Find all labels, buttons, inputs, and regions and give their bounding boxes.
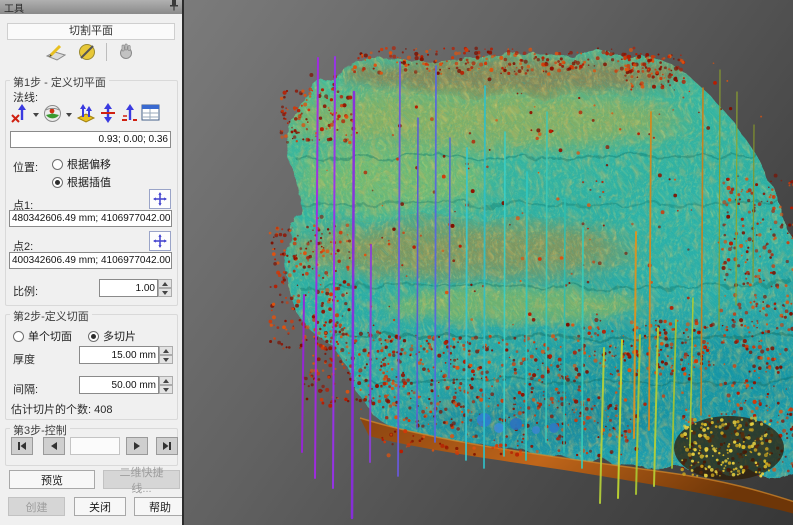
radio-by-interpolation-label: 根据插值	[67, 174, 111, 190]
panel-toolbar	[0, 40, 182, 64]
scale-value: 1.00	[136, 283, 155, 294]
scale-spinner[interactable]	[158, 279, 172, 297]
dialog-header: 切割平面	[7, 23, 175, 40]
point2-field[interactable]: 400342606.49 mm; 4106977042.00 mm	[9, 252, 172, 269]
close-button[interactable]: 关闭	[74, 497, 126, 516]
scale-spin-up-icon[interactable]	[158, 279, 172, 288]
plane-normal-icon[interactable]	[76, 103, 96, 126]
point1-pick-button[interactable]	[149, 189, 171, 209]
slice-index-field[interactable]	[70, 437, 120, 455]
thickness-spinner[interactable]	[159, 346, 173, 364]
3d-viewport[interactable]	[182, 0, 793, 525]
scale-spin-down-icon[interactable]	[158, 288, 172, 297]
radio-multi-slice-label: 多切片	[103, 328, 136, 344]
last-slice-button[interactable]	[156, 437, 178, 455]
spacing-label: 间隔:	[13, 381, 38, 397]
step2-group-label: 第2步-定义切面	[10, 308, 92, 324]
preview-button[interactable]: 预览	[9, 470, 95, 489]
shortcut-2d-button: 二维快捷线...	[103, 470, 180, 489]
radio-by-interpolation[interactable]: 根据插值	[52, 174, 111, 190]
step3-group-label: 第3步-控制	[10, 422, 70, 438]
panel-titlebar[interactable]: 工具	[0, 0, 182, 14]
align-normal-icon[interactable]	[120, 103, 138, 126]
thickness-spin-up-icon[interactable]	[159, 346, 173, 355]
radio-single-section[interactable]: 单个切面	[13, 328, 72, 344]
radio-by-interpolation-circle[interactable]	[52, 177, 63, 188]
point-cloud-render	[184, 0, 793, 525]
section-disc-icon[interactable]	[75, 40, 99, 64]
radio-single-section-circle[interactable]	[13, 331, 24, 342]
invert-normal-icon[interactable]	[99, 103, 117, 126]
thickness-label: 厚度	[13, 351, 35, 367]
hand-pick-icon[interactable]	[114, 40, 138, 64]
axis-normal-dropdown-icon[interactable]	[33, 113, 39, 117]
panel-title: 工具	[4, 0, 24, 15]
normal-vector-value: 0.93; 0.00; 0.36	[98, 134, 168, 145]
spacing-spin-down-icon[interactable]	[159, 385, 173, 394]
radio-multi-slice[interactable]: 多切片	[88, 328, 136, 344]
scale-label: 比例:	[13, 283, 38, 299]
pin-icon[interactable]	[170, 0, 178, 14]
thickness-value: 15.00 mm	[112, 350, 156, 361]
spacing-spin-up-icon[interactable]	[159, 376, 173, 385]
position-label: 位置:	[13, 159, 38, 175]
thickness-field[interactable]: 15.00 mm	[79, 346, 159, 364]
axis-normal-icon[interactable]	[11, 103, 29, 126]
edit-plane-icon[interactable]	[44, 40, 68, 64]
radio-by-offset[interactable]: 根据偏移	[52, 156, 111, 172]
spacing-field[interactable]: 50.00 mm	[79, 376, 159, 394]
scale-field[interactable]: 1.00	[99, 279, 158, 297]
normal-tools-row	[11, 103, 160, 126]
point2-pick-button[interactable]	[149, 231, 171, 251]
point1-field[interactable]: 480342606.49 mm; 4106977042.00 mm	[9, 210, 172, 227]
point2-value: 400342606.49 mm; 4106977042.00 mm	[12, 255, 172, 266]
spacing-value: 50.00 mm	[112, 380, 156, 391]
view-sphere-icon[interactable]	[43, 104, 62, 126]
radio-single-section-label: 单个切面	[28, 328, 72, 344]
point1-value: 480342606.49 mm; 4106977042.00 mm	[12, 213, 172, 224]
prev-slice-button[interactable]	[43, 437, 65, 455]
tool-panel: 工具 切割平面 第1步 - 定义切平面 法线:	[0, 0, 182, 525]
view-sphere-dropdown-icon[interactable]	[66, 113, 72, 117]
first-slice-button[interactable]	[11, 437, 33, 455]
help-button[interactable]: 帮助	[134, 497, 186, 516]
toolbar-separator	[106, 43, 107, 61]
thickness-spin-down-icon[interactable]	[159, 355, 173, 364]
step1-group-label: 第1步 - 定义切平面	[10, 74, 109, 90]
radio-multi-slice-circle[interactable]	[88, 331, 99, 342]
radio-by-offset-circle[interactable]	[52, 159, 63, 170]
next-slice-button[interactable]	[126, 437, 148, 455]
radio-by-offset-label: 根据偏移	[67, 156, 111, 172]
normal-vector-field[interactable]: 0.93; 0.00; 0.36	[10, 131, 171, 148]
slice-count-estimate: 估计切片的个数: 408	[11, 401, 112, 417]
numeric-input-dialog-icon[interactable]	[141, 104, 160, 125]
spacing-spinner[interactable]	[159, 376, 173, 394]
create-button: 创建	[8, 497, 65, 516]
